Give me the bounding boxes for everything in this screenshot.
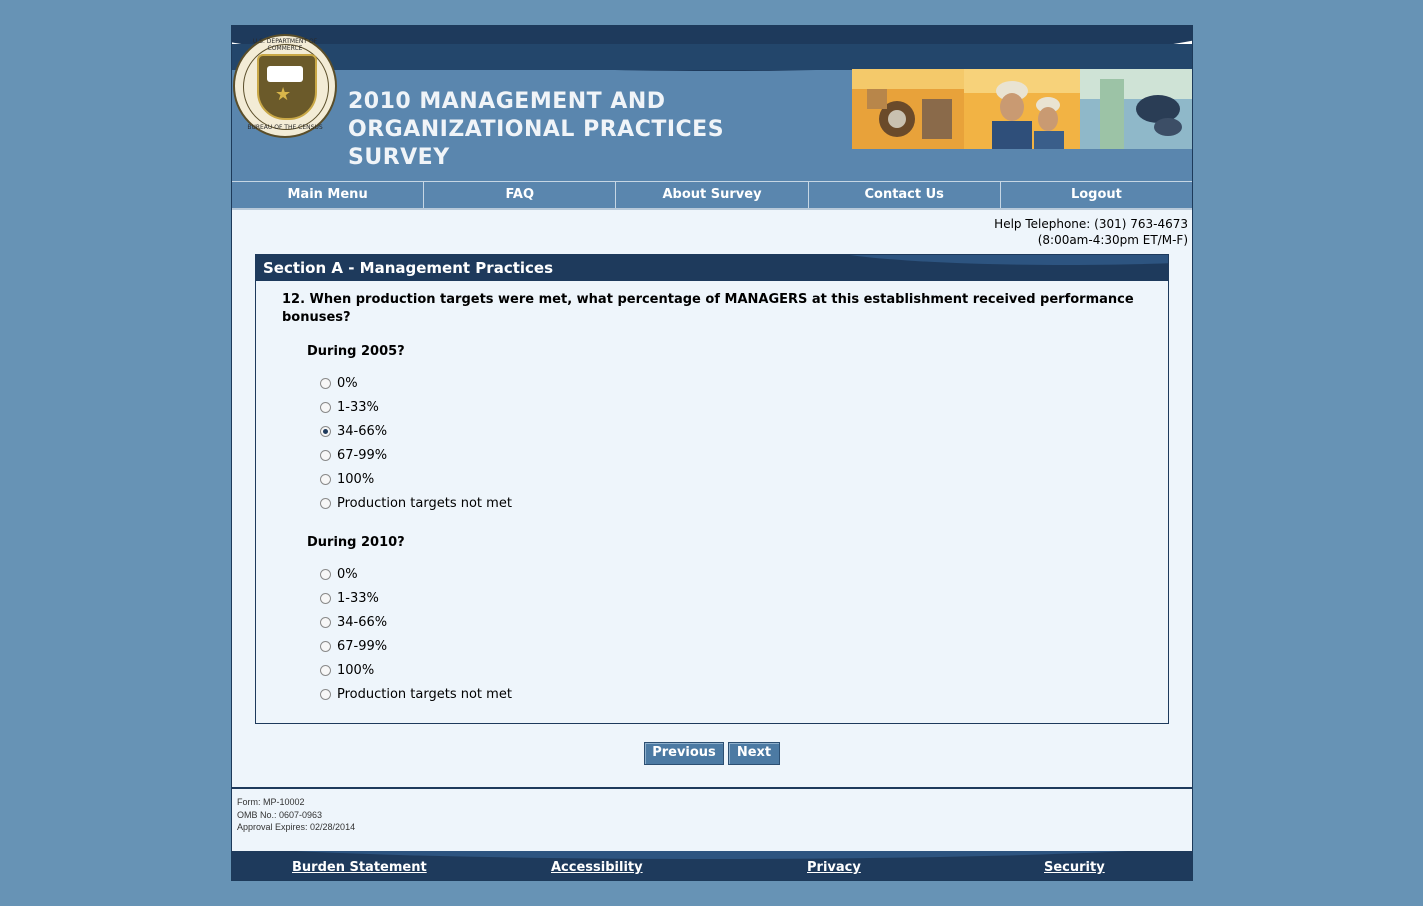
help-hours: (8:00am-4:30pm ET/M-F) bbox=[1037, 233, 1188, 247]
option-label: 67-99% bbox=[337, 447, 388, 463]
section-title: Section A - Management Practices bbox=[263, 259, 554, 277]
question-text: 12. When production targets were met, wh… bbox=[282, 292, 1134, 325]
main-navigation: Main Menu FAQ About Survey Contact Us Lo… bbox=[232, 181, 1192, 210]
option-2010-targets-not-met[interactable]: Production targets not met bbox=[320, 684, 512, 704]
option-2010-34-66pct[interactable]: 34-66% bbox=[320, 612, 387, 632]
radio-button[interactable] bbox=[320, 401, 331, 413]
approval-expires: Approval Expires: 02/28/2014 bbox=[237, 822, 356, 832]
workers-hardhats-photo bbox=[964, 69, 1080, 149]
next-button[interactable]: Next bbox=[728, 742, 780, 765]
nav-logout[interactable]: Logout bbox=[999, 182, 1192, 208]
option-2005-0pct[interactable]: 0% bbox=[320, 373, 358, 393]
option-2010-1-33pct[interactable]: 1-33% bbox=[320, 588, 379, 608]
radio-button[interactable] bbox=[320, 449, 331, 461]
option-2010-100pct[interactable]: 100% bbox=[320, 660, 374, 680]
radio-button[interactable] bbox=[320, 568, 331, 580]
survey-title: 2010 MANAGEMENT AND ORGANIZATIONAL PRACT… bbox=[348, 88, 768, 172]
option-2005-67-99pct[interactable]: 67-99% bbox=[320, 445, 387, 465]
footer-link-accessibility[interactable]: Accessibility bbox=[551, 860, 643, 875]
radio-button-selected[interactable] bbox=[320, 425, 331, 437]
group-label-2005: During 2005? bbox=[307, 344, 405, 359]
radio-button[interactable] bbox=[320, 640, 331, 652]
nav-about-survey[interactable]: About Survey bbox=[615, 182, 807, 208]
survey-page-frame: U.S. DEPARTMENT OF COMMERCE ★ BUREAU OF … bbox=[231, 25, 1193, 881]
nav-faq[interactable]: FAQ bbox=[423, 182, 615, 208]
seal-text-top: U.S. DEPARTMENT OF COMMERCE bbox=[252, 38, 318, 52]
omb-number: OMB No.: 0607-0963 bbox=[237, 809, 323, 820]
footer-highlight bbox=[232, 851, 1192, 859]
option-2005-34-66pct[interactable]: 34-66% bbox=[320, 421, 387, 441]
header-banner: U.S. DEPARTMENT OF COMMERCE ★ BUREAU OF … bbox=[232, 26, 1192, 181]
radio-button[interactable] bbox=[320, 616, 331, 628]
seal-book-icon bbox=[267, 66, 303, 82]
radio-button[interactable] bbox=[320, 377, 331, 389]
option-label: 67-99% bbox=[337, 638, 388, 654]
footer-link-burden-statement[interactable]: Burden Statement bbox=[292, 860, 427, 875]
survey-title-line-1: 2010 MANAGEMENT AND bbox=[348, 89, 666, 114]
footer-link-privacy[interactable]: Privacy bbox=[807, 860, 861, 875]
option-label: Production targets not met bbox=[337, 495, 512, 511]
section-header-highlight bbox=[816, 255, 1168, 265]
radio-button[interactable] bbox=[320, 592, 331, 604]
seal-text-bottom: BUREAU OF THE CENSUS bbox=[247, 124, 323, 131]
option-2005-100pct[interactable]: 100% bbox=[320, 469, 374, 489]
help-info: Help Telephone: (301) 763-4673 (8:00am-4… bbox=[994, 216, 1188, 248]
group-label-2010: During 2010? bbox=[307, 535, 405, 550]
survey-title-line-2: ORGANIZATIONAL PRACTICES bbox=[348, 117, 725, 142]
radio-button[interactable] bbox=[320, 497, 331, 509]
option-2005-1-33pct[interactable]: 1-33% bbox=[320, 397, 379, 417]
header-swoosh-band bbox=[232, 44, 1192, 70]
option-2005-targets-not-met[interactable]: Production targets not met bbox=[320, 493, 512, 513]
option-2010-0pct[interactable]: 0% bbox=[320, 564, 358, 584]
radio-button[interactable] bbox=[320, 473, 331, 485]
option-label: 100% bbox=[337, 471, 375, 487]
radio-button[interactable] bbox=[320, 664, 331, 676]
option-label: 34-66% bbox=[337, 614, 388, 630]
section-header: Section A - Management Practices bbox=[256, 255, 1168, 281]
footer-divider bbox=[232, 787, 1192, 789]
option-label: 1-33% bbox=[337, 590, 379, 606]
option-label: 0% bbox=[337, 566, 358, 582]
help-telephone: Help Telephone: (301) 763-4673 bbox=[994, 217, 1188, 231]
footer-bar: Burden Statement Accessibility Privacy S… bbox=[232, 851, 1192, 880]
census-bureau-seal-icon: U.S. DEPARTMENT OF COMMERCE ★ BUREAU OF … bbox=[233, 34, 337, 138]
previous-button[interactable]: Previous bbox=[644, 742, 724, 765]
option-label: Production targets not met bbox=[337, 686, 512, 702]
form-info: Form: MP-10002 OMB No.: 0607-0963 Approv… bbox=[237, 796, 355, 834]
question-section: Section A - Management Practices 12. Whe… bbox=[255, 254, 1169, 724]
option-label: 1-33% bbox=[337, 399, 379, 415]
form-number: Form: MP-10002 bbox=[237, 797, 305, 807]
seal-star-icon: ★ bbox=[275, 84, 292, 105]
survey-title-line-3: SURVEY bbox=[348, 145, 450, 170]
nav-main-menu[interactable]: Main Menu bbox=[232, 182, 423, 208]
header-photo-collage bbox=[852, 69, 1192, 149]
industrial-gloves-photo bbox=[1080, 69, 1192, 149]
option-label: 0% bbox=[337, 375, 358, 391]
industrial-machinery-photo bbox=[852, 69, 964, 149]
option-2010-67-99pct[interactable]: 67-99% bbox=[320, 636, 387, 656]
nav-contact-us[interactable]: Contact Us bbox=[807, 182, 1000, 208]
option-label: 34-66% bbox=[337, 423, 388, 439]
radio-button[interactable] bbox=[320, 688, 331, 700]
option-label: 100% bbox=[337, 662, 375, 678]
footer-link-security[interactable]: Security bbox=[1044, 860, 1105, 875]
